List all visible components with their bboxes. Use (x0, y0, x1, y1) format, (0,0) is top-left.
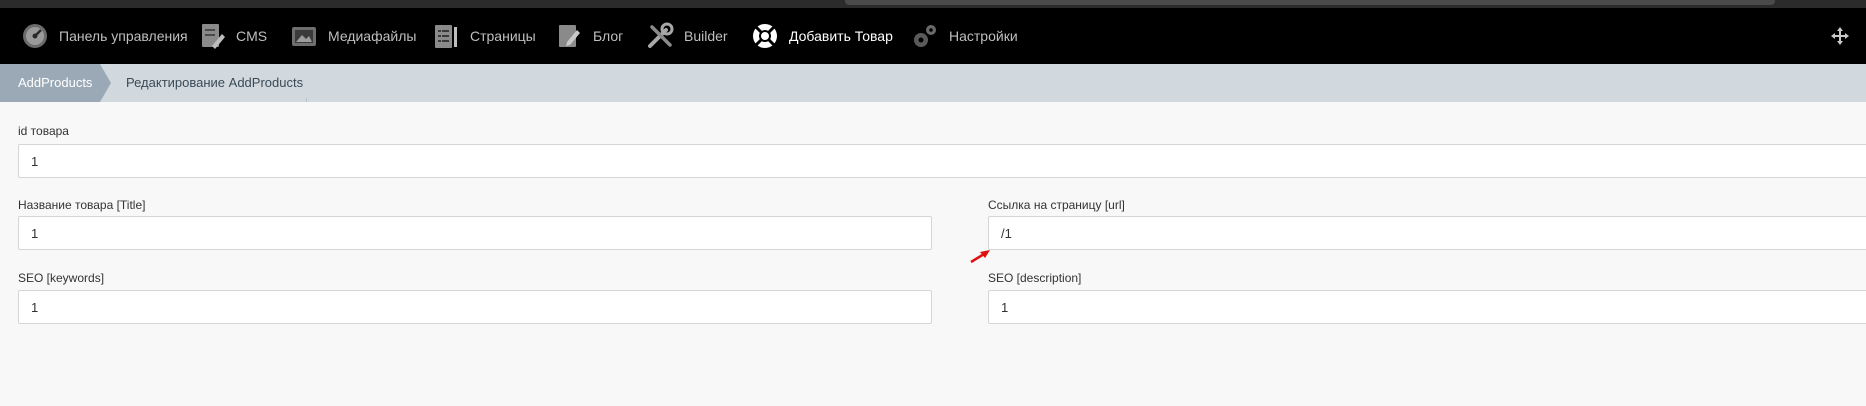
breadcrumb-item-active[interactable]: AddProducts (0, 64, 100, 102)
title-field[interactable] (18, 216, 932, 250)
nav-item-media[interactable]: Медиафайлы (289, 8, 416, 64)
nav-item-blog[interactable]: Блог (554, 8, 623, 64)
media-image-icon (289, 21, 319, 51)
lifebuoy-icon (750, 21, 780, 51)
id-field[interactable] (18, 144, 1866, 178)
nav-item-cms[interactable]: CMS (197, 8, 267, 64)
nav-item-label: Страницы (470, 28, 536, 44)
nav-item-add-product[interactable]: Добавить Товар (750, 8, 893, 64)
settings-gears-icon (910, 21, 940, 51)
dashboard-gauge-icon (20, 21, 50, 51)
keywords-label: SEO [keywords] (18, 271, 105, 285)
nav-item-label: Панель управления (59, 28, 188, 44)
blog-pencil-icon (554, 21, 584, 51)
nav-item-pages[interactable]: Страницы (431, 8, 536, 64)
nav-item-builder[interactable]: Builder (645, 8, 728, 64)
move-arrows-icon[interactable] (1830, 26, 1850, 46)
nav-item-label: CMS (236, 28, 268, 44)
description-field[interactable] (988, 290, 1866, 324)
pages-list-icon (431, 21, 461, 51)
top-navbar: Панель управления CMS Медиафайлы Страниц… (0, 8, 1866, 64)
builder-tools-icon (645, 21, 675, 51)
browser-top-strip (0, 0, 1866, 8)
description-label: SEO [description] (988, 271, 1082, 285)
nav-item-label: Блог (593, 28, 624, 44)
breadcrumb-arrow (100, 64, 111, 102)
url-label: Ссылка на страницу [url] (988, 198, 1125, 212)
nav-item-dashboard[interactable]: Панель управления (20, 8, 188, 64)
nav-item-label: Добавить Товар (789, 28, 893, 44)
nav-item-label: Builder (684, 28, 728, 44)
nav-item-label: Медиафайлы (328, 28, 417, 44)
cms-document-icon (197, 21, 227, 51)
breadcrumb-separator (306, 98, 307, 102)
id-label: id товара (18, 124, 69, 138)
title-label: Название товара [Title] (18, 198, 146, 212)
nav-item-settings[interactable]: Настройки (910, 8, 1018, 64)
breadcrumb: AddProducts Редактирование AddProducts (0, 64, 1866, 102)
browser-scroll-bar (845, 0, 1775, 5)
url-field[interactable] (988, 216, 1866, 250)
breadcrumb-item-current: Редактирование AddProducts (126, 75, 304, 90)
nav-item-label: Настройки (949, 28, 1018, 44)
annotation-arrow-icon (970, 250, 990, 264)
keywords-field[interactable] (18, 290, 932, 324)
